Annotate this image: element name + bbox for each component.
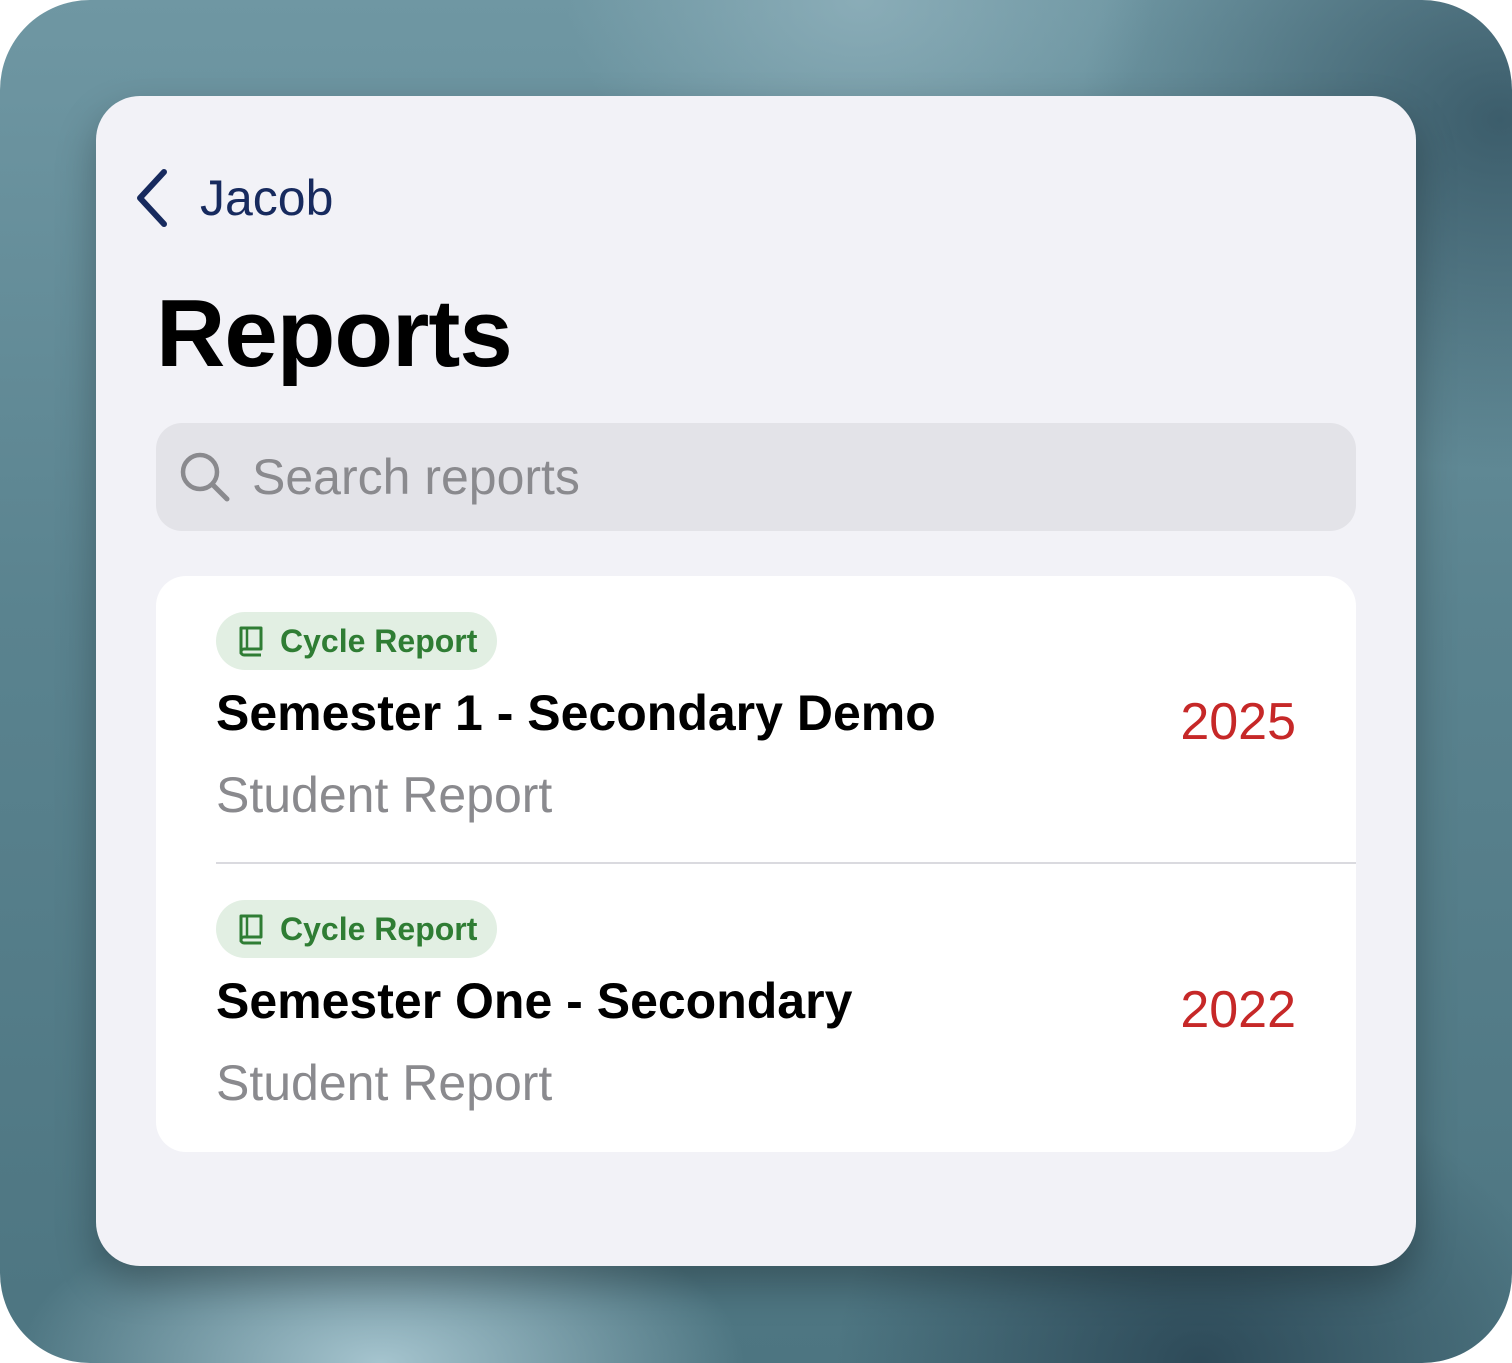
chevron-left-icon [137,169,167,227]
reports-screen: Jacob Reports Cycle Report Semester 1 - … [96,96,1416,1266]
report-row[interactable]: Cycle Report Semester 1 - Secondary Demo… [156,576,1356,864]
badge-label: Cycle Report [280,911,478,947]
search-bar[interactable] [156,423,1356,531]
report-type-badge: Cycle Report [216,900,498,958]
search-icon [180,452,230,502]
report-subtitle: Student Report [216,767,553,823]
report-title: Semester One - Secondary [216,973,853,1029]
book-icon [239,626,263,657]
badge-label: Cycle Report [280,623,478,659]
reports-list: Cycle Report Semester 1 - Secondary Demo… [156,576,1356,1152]
report-year: 2025 [1180,693,1296,751]
back-label: Jacob [200,170,334,226]
page-title: Reports [156,280,513,387]
report-year: 2022 [1180,981,1296,1039]
report-subtitle: Student Report [216,1055,553,1111]
report-row[interactable]: Cycle Report Semester One - Secondary St… [156,864,1356,1152]
book-icon [239,914,263,945]
back-button[interactable]: Jacob [132,162,333,234]
report-title: Semester 1 - Secondary Demo [216,685,936,741]
report-type-badge: Cycle Report [216,612,498,670]
search-input[interactable] [252,437,1332,517]
